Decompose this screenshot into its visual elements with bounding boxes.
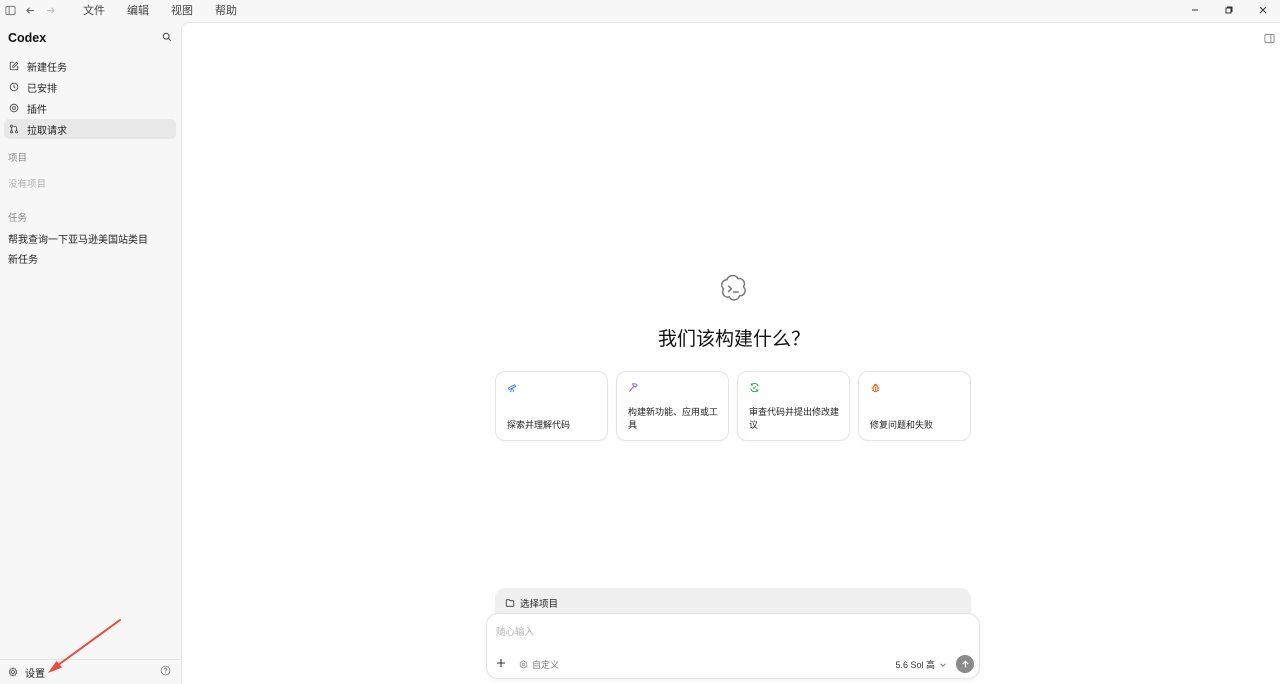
help-icon[interactable]	[160, 663, 171, 681]
back-arrow-icon[interactable]	[20, 0, 40, 20]
suggestion-card-label: 构建新功能、应用或工具	[628, 407, 719, 430]
composer: 随心输入 自定义 5.6 Sol 高	[486, 613, 980, 679]
menu-view[interactable]: 视图	[160, 2, 204, 18]
annotation-arrow	[48, 619, 121, 673]
suggestion-card-fix[interactable]: 修复问题和失败	[858, 371, 971, 441]
menu-file[interactable]: 文件	[72, 2, 116, 18]
sidebar-nav: 新建任务 已安排 插件 拉取请求	[0, 56, 180, 139]
search-icon[interactable]	[162, 29, 172, 47]
folder-icon	[505, 598, 515, 608]
sidebar-item-label: 拉取请求	[27, 125, 67, 137]
main-panel	[181, 22, 1280, 684]
sidebar-toggle-icon[interactable]	[0, 0, 20, 20]
bug-icon	[871, 383, 880, 393]
suggestion-card-build[interactable]: 构建新功能、应用或工具	[616, 371, 729, 441]
sidebar-item-new-task[interactable]: 新建任务	[4, 56, 176, 76]
suggestion-card-label: 修复问题和失败	[870, 420, 934, 430]
chevron-down-icon	[939, 661, 947, 669]
tasks-heading: 任务	[8, 213, 28, 224]
app-title: Codex	[8, 31, 47, 45]
suggestion-card-explore[interactable]: 探索并理解代码	[495, 371, 608, 441]
plus-icon	[497, 659, 505, 667]
gear-icon	[8, 667, 18, 677]
customize-label: 自定义	[532, 660, 560, 670]
close-icon[interactable]	[1246, 0, 1280, 20]
restore-icon[interactable]	[1212, 0, 1246, 20]
task-list: 帮我查询一下亚马逊美国站类目 新任务	[0, 228, 180, 268]
task-item[interactable]: 新任务	[0, 248, 180, 268]
sidebar-item-pull-requests[interactable]: 拉取请求	[4, 119, 176, 139]
menu-edit[interactable]: 编辑	[116, 2, 160, 18]
codex-logo-icon	[720, 274, 746, 301]
sidebar-header: Codex	[0, 20, 180, 56]
send-button[interactable]	[956, 655, 974, 673]
hero-title: 我们该构建什么？	[657, 329, 810, 350]
projects-empty-text: 没有项目	[8, 179, 47, 190]
customize-button[interactable]: 自定义	[519, 658, 559, 671]
review-icon	[750, 382, 759, 393]
suggestion-card-label: 审查代码并提出修改建议	[749, 407, 840, 430]
edit-icon	[8, 60, 20, 72]
clock-icon	[8, 81, 20, 93]
sidebar: Codex 新建任务 已安排 插件 拉取请求 项目 没有项目 任务 帮我查询一下…	[0, 20, 180, 684]
pull-request-icon	[8, 123, 20, 135]
task-item[interactable]: 帮我查询一下亚马逊美国站类目	[0, 228, 180, 248]
hammer-icon	[628, 383, 638, 392]
projects-heading: 项目	[8, 153, 28, 164]
title-bar: 文件 编辑 视图 帮助	[0, 0, 1280, 20]
plugin-icon	[8, 102, 20, 114]
sidebar-item-label: 插件	[27, 104, 47, 116]
hexagon-gear-icon	[519, 660, 528, 669]
suggestion-card-review[interactable]: 审查代码并提出修改建议	[737, 371, 850, 441]
composer-input[interactable]: 随心输入	[496, 624, 534, 638]
minimize-icon[interactable]	[1178, 0, 1212, 20]
sidebar-item-plugins[interactable]: 插件	[4, 98, 176, 118]
model-selector[interactable]: 5.6 Sol 高	[895, 658, 947, 671]
sidebar-item-label: 新建任务	[27, 62, 67, 74]
window-controls	[1178, 0, 1280, 20]
forward-arrow-icon[interactable]	[40, 0, 60, 20]
title-bar-left: 文件 编辑 视图 帮助	[0, 0, 248, 20]
sidebar-item-label: 已安排	[27, 83, 57, 95]
arrow-up-icon	[961, 660, 969, 668]
menu-bar: 文件 编辑 视图 帮助	[72, 2, 248, 18]
suggestion-card-label: 探索并理解代码	[507, 420, 571, 430]
select-project-label: 选择项目	[520, 599, 559, 610]
menu-help[interactable]: 帮助	[204, 2, 248, 18]
model-label: 5.6 Sol 高	[895, 660, 935, 670]
sidebar-item-scheduled[interactable]: 已安排	[4, 77, 176, 97]
suggestion-cards: 探索并理解代码 构建新功能、应用或工具 审查代码并提出修改建议 修复问题和失败	[495, 371, 971, 441]
add-attachment-button[interactable]	[496, 656, 506, 672]
panel-toggle-icon[interactable]	[1264, 31, 1275, 49]
telescope-icon	[507, 384, 517, 393]
